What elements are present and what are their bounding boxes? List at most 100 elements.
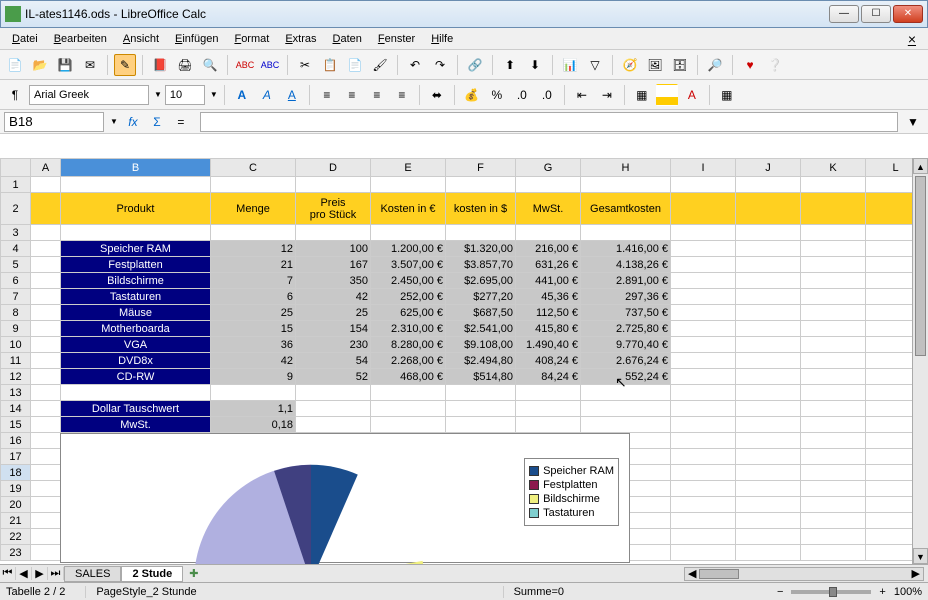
cell-J18[interactable] [736,465,801,481]
email-icon[interactable]: ✉ [79,54,101,76]
cell-B10[interactable]: VGA [61,337,211,353]
cell-D8[interactable]: 25 [296,305,371,321]
bold-icon[interactable]: A [231,84,253,106]
row-header-16[interactable]: 16 [1,433,31,449]
cell-J7[interactable] [736,289,801,305]
redo-icon[interactable]: ↷ [429,54,451,76]
cell-K8[interactable] [801,305,866,321]
row-header-11[interactable]: 11 [1,353,31,369]
cell-D14[interactable] [296,401,371,417]
styles-icon[interactable]: ¶ [4,84,26,106]
cell-J2[interactable] [736,193,801,225]
scroll-thumb[interactable] [915,176,926,356]
cell-K10[interactable] [801,337,866,353]
cell-C3[interactable] [211,225,296,241]
cell-A11[interactable] [31,353,61,369]
menu-hilfe[interactable]: Hilfe [423,31,461,47]
col-header-A[interactable]: A [31,159,61,177]
cell-K17[interactable] [801,449,866,465]
cell-A22[interactable] [31,529,61,545]
font-size-input[interactable] [165,85,205,105]
sheet-tab-2stude[interactable]: 2 Stude [121,566,183,582]
cell-B1[interactable] [61,177,211,193]
zoom-out-icon[interactable]: − [777,586,783,598]
cell-I6[interactable] [671,273,736,289]
datasource-icon[interactable]: 🗄 [669,54,691,76]
hyperlink-icon[interactable]: 🔗 [464,54,486,76]
cell-K7[interactable] [801,289,866,305]
cell-E15[interactable] [371,417,446,433]
cell-E13[interactable] [371,385,446,401]
cell-A3[interactable] [31,225,61,241]
chart-icon[interactable]: 📊 [559,54,581,76]
cell-E2[interactable]: Kosten in € [371,193,446,225]
cell-K19[interactable] [801,481,866,497]
align-center-icon[interactable]: ≡ [341,84,363,106]
cell-D15[interactable] [296,417,371,433]
tab-first-icon[interactable]: ⏮ [0,567,16,580]
cell-I22[interactable] [671,529,736,545]
cell-G13[interactable] [516,385,581,401]
borders-icon[interactable]: ▦ [631,84,653,106]
italic-icon[interactable]: A [256,84,278,106]
cell-H8[interactable]: 737,50 € [581,305,671,321]
cell-C11[interactable]: 42 [211,353,296,369]
row-header-5[interactable]: 5 [1,257,31,273]
cell-J4[interactable] [736,241,801,257]
row-header-2[interactable]: 2 [1,193,31,225]
scroll-up-icon[interactable]: ▲ [913,158,928,174]
cell-C10[interactable]: 36 [211,337,296,353]
cell-J11[interactable] [736,353,801,369]
cell-J5[interactable] [736,257,801,273]
cell-J9[interactable] [736,321,801,337]
cell-E11[interactable]: 2.268,00 € [371,353,446,369]
cell-J15[interactable] [736,417,801,433]
cell-D7[interactable]: 42 [296,289,371,305]
menu-einfuegen[interactable]: Einfügen [167,31,226,47]
format-paint-icon[interactable]: 🖌 [369,54,391,76]
cell-A21[interactable] [31,513,61,529]
col-header-B[interactable]: B [61,159,211,177]
cell-C12[interactable]: 9 [211,369,296,385]
cell-C6[interactable]: 7 [211,273,296,289]
col-header-H[interactable]: H [581,159,671,177]
cell-H15[interactable] [581,417,671,433]
cell-D10[interactable]: 230 [296,337,371,353]
cell-K23[interactable] [801,545,866,561]
help-icon[interactable]: ♥ [739,54,761,76]
row-header-8[interactable]: 8 [1,305,31,321]
row-header-18[interactable]: 18 [1,465,31,481]
row-header-7[interactable]: 7 [1,289,31,305]
cell-J8[interactable] [736,305,801,321]
cell-G3[interactable] [516,225,581,241]
zoom-in-icon[interactable]: + [879,586,885,598]
menu-bearbeiten[interactable]: Bearbeiten [46,31,115,47]
cell-K11[interactable] [801,353,866,369]
cell-A17[interactable] [31,449,61,465]
col-header-J[interactable]: J [736,159,801,177]
filter-icon[interactable]: ▽ [584,54,606,76]
cell-I9[interactable] [671,321,736,337]
whatsthis-icon[interactable]: ❔ [764,54,786,76]
cell-J13[interactable] [736,385,801,401]
row-header-10[interactable]: 10 [1,337,31,353]
cell-K18[interactable] [801,465,866,481]
cell-A18[interactable] [31,465,61,481]
cell-K21[interactable] [801,513,866,529]
row-header-23[interactable]: 23 [1,545,31,561]
cell-C9[interactable]: 15 [211,321,296,337]
cell-I1[interactable] [671,177,736,193]
autospell-icon[interactable]: ABC [259,54,281,76]
cell-H2[interactable]: Gesamtkosten [581,193,671,225]
cell-H6[interactable]: 2.891,00 € [581,273,671,289]
cell-G5[interactable]: 631,26 € [516,257,581,273]
cell-I19[interactable] [671,481,736,497]
cell-D13[interactable] [296,385,371,401]
cell-H10[interactable]: 9.770,40 € [581,337,671,353]
cell-A13[interactable] [31,385,61,401]
cell-A6[interactable] [31,273,61,289]
cell-I10[interactable] [671,337,736,353]
cell-K15[interactable] [801,417,866,433]
font-name-input[interactable] [29,85,149,105]
row-header-3[interactable]: 3 [1,225,31,241]
